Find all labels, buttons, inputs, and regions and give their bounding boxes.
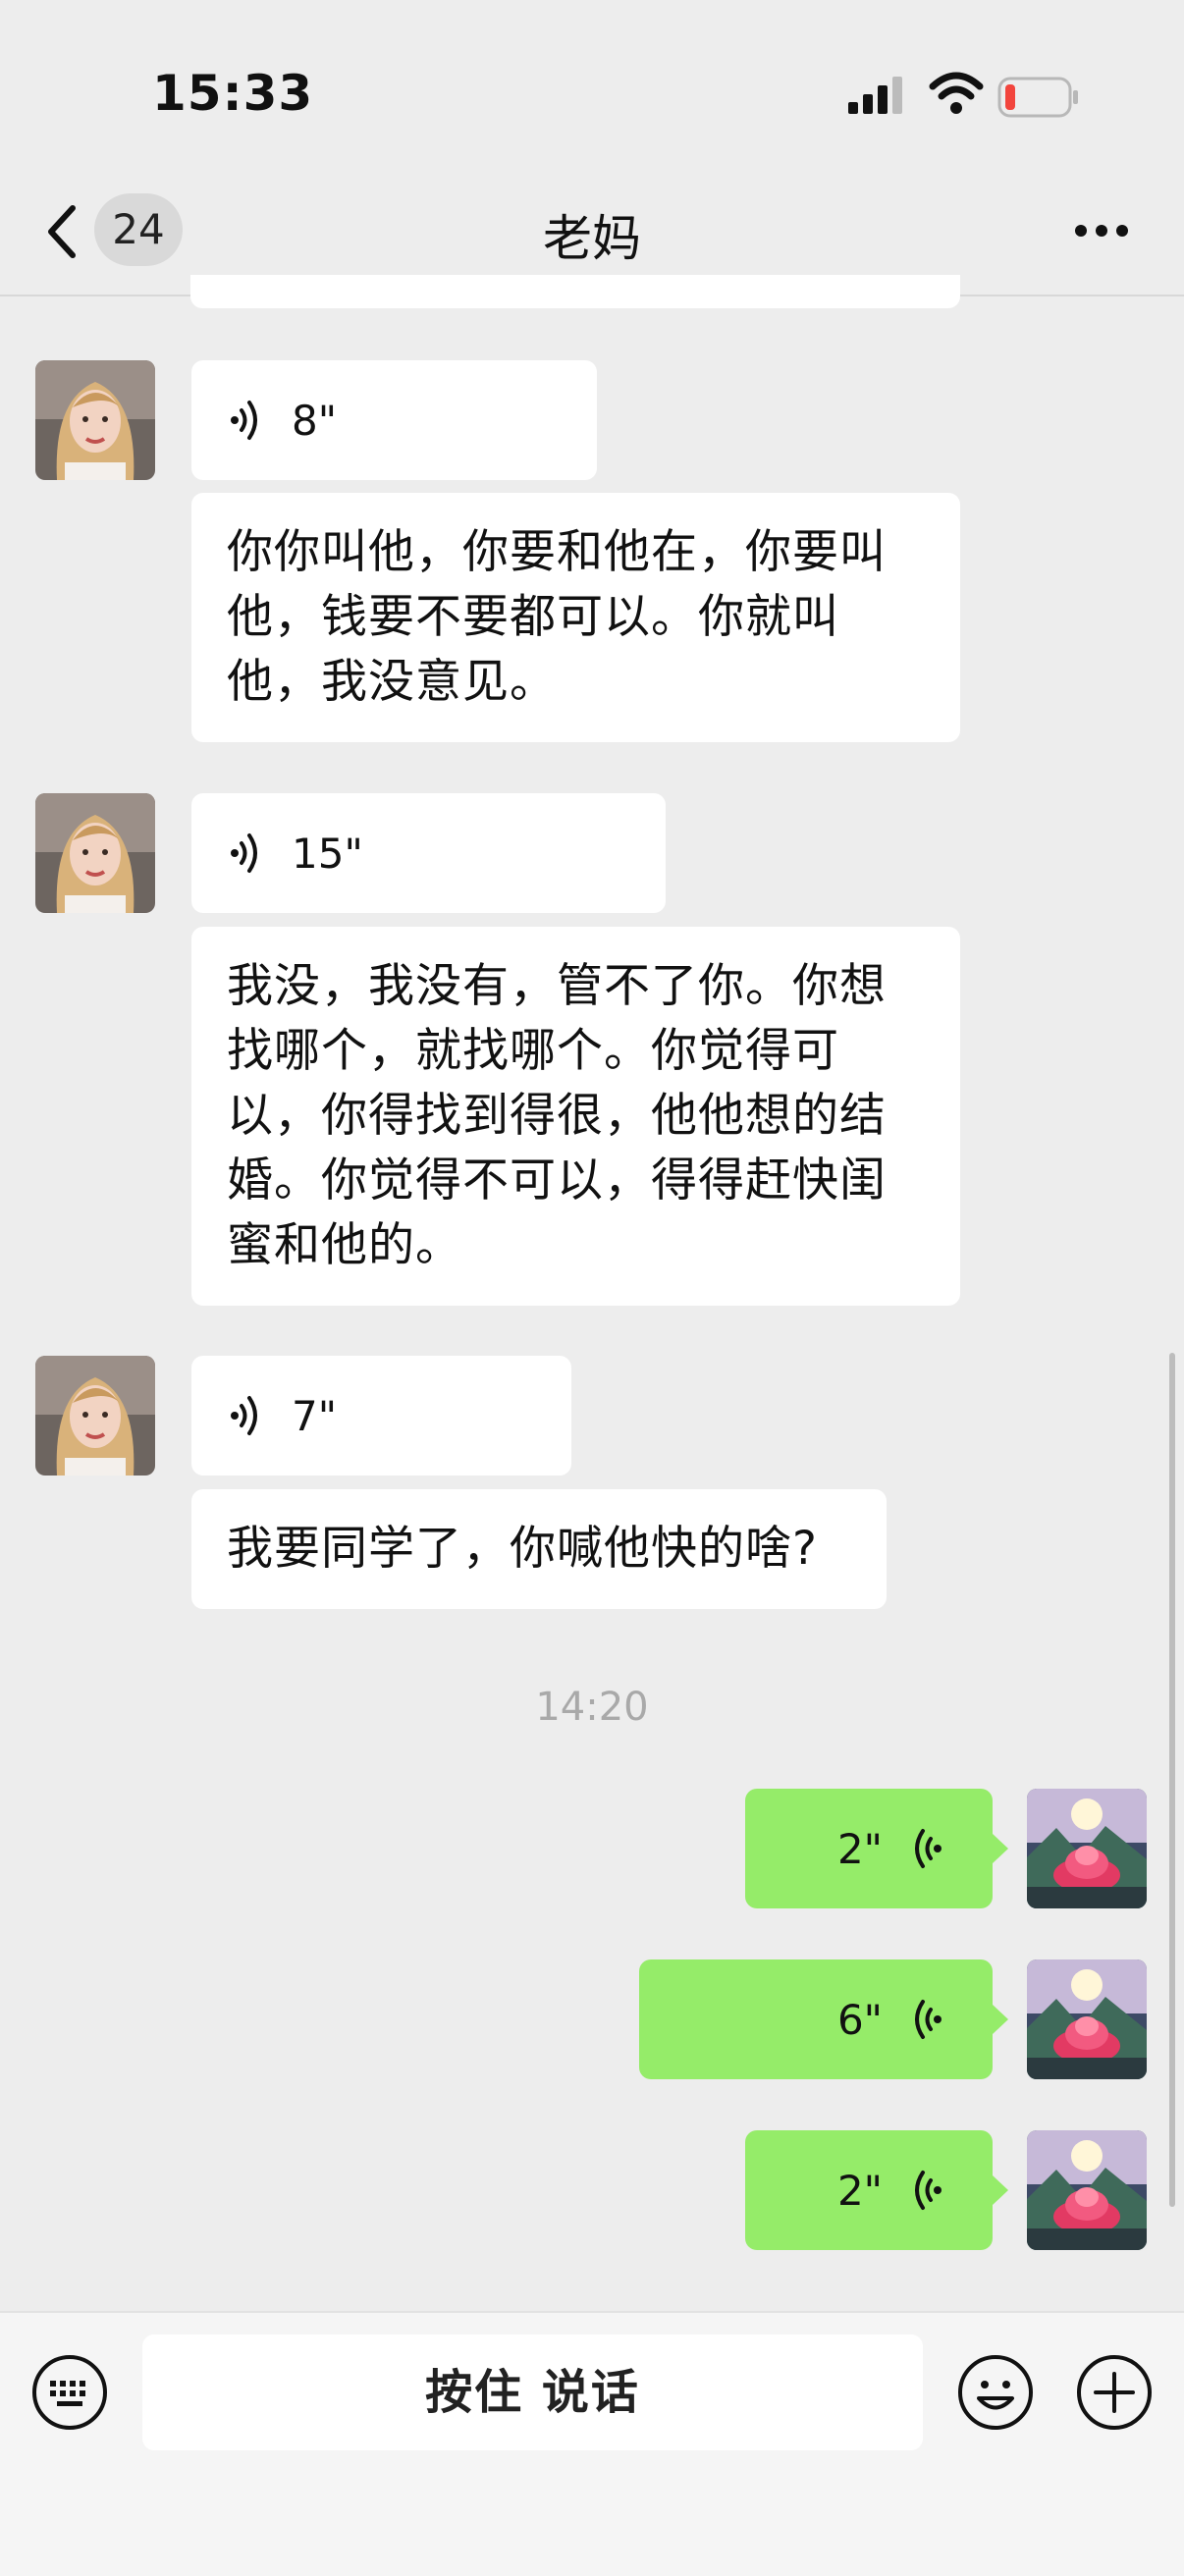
voice-duration: 2" bbox=[836, 2166, 883, 2215]
voice-message[interactable]: 15" bbox=[191, 793, 666, 913]
contact-avatar[interactable] bbox=[35, 793, 155, 913]
contact-avatar[interactable] bbox=[35, 360, 155, 480]
keyboard-icon[interactable] bbox=[31, 2354, 108, 2431]
voice-message[interactable]: 8" bbox=[191, 360, 597, 480]
text-message[interactable]: 你你叫他，你要和他在，你要叫 他，钱要不要都可以。你就叫 他，我没意见。 bbox=[191, 493, 960, 742]
cellular-signal-icon bbox=[848, 77, 902, 114]
text-message[interactable]: 我要同学了，你喊他快的啥? bbox=[191, 1489, 887, 1609]
voice-duration: 8" bbox=[292, 396, 338, 445]
voice-wave-icon bbox=[231, 833, 257, 873]
press-to-talk-button[interactable]: 按住 说话 bbox=[142, 2334, 923, 2450]
message-line: 他，我没意见。 bbox=[227, 655, 557, 709]
voice-wave-icon bbox=[231, 1396, 257, 1435]
message-line: 我没，我没有，管不了你。你想 bbox=[227, 959, 887, 1013]
chat-title: 老妈 bbox=[543, 210, 641, 267]
message-line: 找哪个，就找哪个。你觉得可 bbox=[227, 1024, 839, 1078]
more-icon[interactable] bbox=[1074, 224, 1129, 238]
wifi-icon bbox=[929, 72, 984, 114]
message-line: 他，钱要不要都可以。你就叫 bbox=[227, 590, 839, 644]
voice-message-outgoing[interactable]: 6" bbox=[639, 1959, 1008, 2079]
emoji-icon[interactable] bbox=[957, 2354, 1034, 2431]
status-time: 15:33 bbox=[152, 65, 314, 122]
battery-low-icon bbox=[997, 77, 1078, 118]
my-avatar[interactable] bbox=[1027, 2130, 1147, 2250]
voice-duration: 7" bbox=[292, 1391, 338, 1440]
contact-avatar[interactable] bbox=[35, 1356, 155, 1476]
voice-wave-icon bbox=[915, 2000, 942, 2039]
message-line: 你你叫他，你要和他在，你要叫 bbox=[227, 525, 887, 579]
time-divider: 14:20 bbox=[535, 1685, 649, 1730]
scrollbar[interactable] bbox=[1169, 1353, 1175, 2207]
voice-duration: 2" bbox=[836, 1824, 883, 1873]
my-avatar[interactable] bbox=[1027, 1959, 1147, 2079]
voice-duration: 6" bbox=[836, 1995, 883, 2044]
voice-wave-icon bbox=[915, 1829, 942, 1868]
message-line: 我要同学了，你喊他快的啥? bbox=[227, 1522, 818, 1576]
message-line: 婚。你觉得不可以，得得赶快闺 bbox=[227, 1154, 887, 1208]
voice-duration: 15" bbox=[292, 829, 363, 878]
voice-message-outgoing[interactable]: 2" bbox=[745, 1789, 1008, 1908]
voice-wave-icon bbox=[915, 2171, 942, 2210]
plus-icon[interactable] bbox=[1076, 2354, 1153, 2431]
message-line: 以，你得找到得很，他他想的结 bbox=[227, 1089, 887, 1143]
voice-message[interactable]: 7" bbox=[191, 1356, 571, 1476]
message-line: 蜜和他的。 bbox=[227, 1218, 462, 1272]
text-message[interactable]: 我没，我没有，管不了你。你想 找哪个，就找哪个。你觉得可 以，你得找到得很，他他… bbox=[191, 927, 960, 1306]
voice-message-outgoing[interactable]: 2" bbox=[745, 2130, 1008, 2250]
message-bubble-partial[interactable] bbox=[190, 275, 960, 308]
voice-wave-icon bbox=[231, 401, 257, 440]
my-avatar[interactable] bbox=[1027, 1789, 1147, 1908]
